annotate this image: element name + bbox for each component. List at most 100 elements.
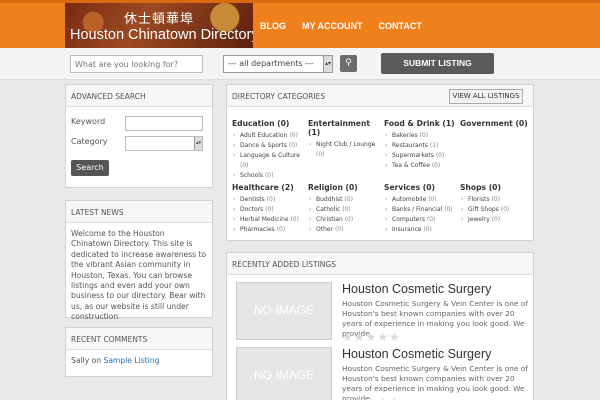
subcategory-count: (0) bbox=[426, 216, 436, 223]
subcategory-link[interactable]: Insurance (0) bbox=[384, 225, 460, 235]
listing-title-link[interactable]: Houston Cosmetic Surgery bbox=[342, 282, 491, 296]
subcategory-label: Tea & Coffee bbox=[392, 162, 430, 169]
subcategory-label: Automobile bbox=[392, 196, 427, 203]
subcategory-count: (0) bbox=[266, 196, 276, 203]
subcategory-link[interactable]: Computers (0) bbox=[384, 215, 460, 225]
category-group: Healthcare (2) Dentists (0)Doctors (0)Her… bbox=[232, 183, 308, 235]
subcategory-link[interactable]: Gift Shops (0) bbox=[460, 205, 536, 215]
comment-entry: Sally on Sample Listing bbox=[71, 356, 159, 365]
search-bar: --- all departments --- ▴▾ ⚲ SUBMIT LIST… bbox=[0, 48, 600, 80]
subcategory-count: (1) bbox=[429, 142, 439, 149]
search-button[interactable]: ⚲ bbox=[340, 55, 357, 72]
header-bar: 休士頓華埠 Houston Chinatown Directory BLOG M… bbox=[0, 0, 600, 51]
keyword-field[interactable] bbox=[125, 116, 203, 131]
listing-thumbnail[interactable]: NO IMAGE bbox=[236, 347, 332, 400]
nav-my-account[interactable]: MY ACCOUNT bbox=[302, 21, 363, 31]
subcategory-count: (0) bbox=[344, 196, 353, 203]
category-group: Government (0) bbox=[460, 119, 536, 131]
subcategory-link[interactable]: Night Club / Lounge (0) bbox=[308, 140, 384, 160]
subcategory-count: (0) bbox=[265, 206, 274, 213]
subcategory-list: Dentists (0)Doctors (0)Herbal Medicine (… bbox=[232, 195, 308, 235]
subcategory-link[interactable]: Pharmacies (0) bbox=[232, 225, 308, 235]
category-heading-link[interactable]: Education (0) bbox=[232, 119, 308, 128]
subcategory-link[interactable]: Other (0) bbox=[308, 225, 384, 235]
site-logo[interactable]: 休士頓華埠 Houston Chinatown Directory bbox=[65, 3, 253, 51]
subcategory-link[interactable]: Banks / Financial (0) bbox=[384, 205, 460, 215]
keyword-label: Keyword bbox=[71, 117, 106, 126]
category-group: Services (0)Automobile (0)Banks / Financ… bbox=[384, 183, 460, 235]
advanced-search-button[interactable]: Search bbox=[71, 160, 109, 176]
subcategory-link[interactable]: Language & Culture (0) bbox=[232, 151, 308, 171]
subcategory-label: Banks / Financial bbox=[392, 206, 443, 213]
subcategory-label: Restaurants bbox=[392, 142, 428, 149]
subcategory-link[interactable]: Adult Education (0) bbox=[232, 131, 308, 141]
star-icon[interactable]: ★ bbox=[366, 395, 377, 400]
star-icon[interactable]: ★ bbox=[377, 395, 388, 400]
subcategory-link[interactable]: Florists (0) bbox=[460, 195, 536, 205]
star-icon[interactable]: ★ bbox=[354, 330, 365, 344]
subcategory-count: (0) bbox=[289, 132, 298, 139]
arrow-updown-icon: ▴▾ bbox=[194, 137, 202, 150]
listing-thumbnail[interactable]: NO IMAGE bbox=[236, 282, 332, 340]
nav-blog[interactable]: BLOG bbox=[260, 21, 286, 31]
comment-author: Sally bbox=[71, 356, 90, 365]
subcategory-label: Supermarkets bbox=[392, 152, 434, 159]
department-select[interactable]: --- all departments --- ▴▾ bbox=[223, 55, 333, 73]
subcategory-link[interactable]: Bakeries (0) bbox=[384, 131, 460, 141]
directory-categories-panel: DIRECTORY CATEGORIES VIEW ALL LISTINGS E… bbox=[226, 84, 534, 241]
star-icon[interactable]: ★ bbox=[389, 395, 400, 400]
search-input[interactable] bbox=[70, 55, 203, 73]
star-icon[interactable]: ★ bbox=[354, 395, 365, 400]
rating-stars: ★★★★★ bbox=[342, 330, 400, 344]
subcategory-label: Insurance bbox=[392, 226, 422, 233]
subcategory-link[interactable]: Dance & Sports (0) bbox=[232, 141, 308, 151]
category-select[interactable]: ▴▾ bbox=[125, 136, 203, 151]
subcategory-link[interactable]: Herbal Medicine (0) bbox=[232, 215, 308, 225]
subcategory-link[interactable]: Restaurants (1) bbox=[384, 141, 460, 151]
subcategory-link[interactable]: Jewelry (0) bbox=[460, 215, 536, 225]
category-heading-link[interactable]: Government (0) bbox=[460, 119, 536, 128]
category-heading-link[interactable]: Shops (0) bbox=[460, 183, 536, 192]
category-heading-link[interactable]: Entertainment (1) bbox=[308, 119, 384, 137]
comment-on: on bbox=[91, 356, 102, 365]
subcategory-link[interactable]: Tea & Coffee (0) bbox=[384, 161, 460, 171]
subcategory-link[interactable]: Doctors (0) bbox=[232, 205, 308, 215]
department-selected-value: --- all departments --- bbox=[228, 59, 314, 68]
subcategory-list: Night Club / Lounge (0) bbox=[308, 140, 384, 160]
subcategory-label: Adult Education bbox=[240, 132, 288, 139]
subcategory-list: Buddhist (0)Catholic (0)Christian (0)Oth… bbox=[308, 195, 384, 235]
nav-contact[interactable]: CONTACT bbox=[379, 21, 422, 31]
star-icon[interactable]: ★ bbox=[377, 330, 388, 344]
star-icon[interactable]: ★ bbox=[342, 330, 353, 344]
subcategory-link[interactable]: Catholic (0) bbox=[308, 205, 384, 215]
arrow-updown-icon: ▴▾ bbox=[323, 56, 332, 72]
subcategory-count: (0) bbox=[428, 196, 437, 203]
star-icon[interactable]: ★ bbox=[389, 330, 400, 344]
category-heading-link[interactable]: Healthcare (2) bbox=[232, 183, 308, 192]
category-heading-link[interactable]: Services (0) bbox=[384, 183, 460, 192]
rating-stars: ★★★★★ bbox=[342, 395, 400, 400]
subcategory-link[interactable]: Automobile (0) bbox=[384, 195, 460, 205]
star-icon[interactable]: ★ bbox=[342, 395, 353, 400]
subcategory-count: (0) bbox=[491, 196, 500, 203]
subcategory-link[interactable]: Buddhist (0) bbox=[308, 195, 384, 205]
comment-post-link[interactable]: Sample Listing bbox=[104, 356, 160, 365]
subcategory-link[interactable]: Dentists (0) bbox=[232, 195, 308, 205]
category-label: Category bbox=[71, 137, 108, 146]
search-icon: ⚲ bbox=[345, 58, 352, 68]
subcategory-link[interactable]: Supermarkets (0) bbox=[384, 151, 460, 161]
category-heading-link[interactable]: Food & Drink (1) bbox=[384, 119, 460, 128]
subcategory-count: (0) bbox=[276, 226, 286, 233]
subcategory-count: (0) bbox=[288, 142, 298, 149]
category-heading-link[interactable]: Religion (0) bbox=[308, 183, 384, 192]
subcategory-link[interactable]: Christian (0) bbox=[308, 215, 384, 225]
subcategory-link[interactable]: Schools (0) bbox=[232, 171, 308, 181]
star-icon[interactable]: ★ bbox=[366, 330, 377, 344]
submit-listing-button[interactable]: SUBMIT LISTING bbox=[381, 53, 494, 74]
listing-title-link[interactable]: Houston Cosmetic Surgery bbox=[342, 347, 491, 361]
subcategory-count: (0) bbox=[240, 162, 249, 169]
subcategory-label: Herbal Medicine bbox=[240, 216, 289, 223]
subcategory-list: Adult Education (0)Dance & Sports (0)Lan… bbox=[232, 131, 308, 181]
view-all-listings-button[interactable]: VIEW ALL LISTINGS bbox=[449, 89, 523, 104]
subcategory-count: (0) bbox=[334, 226, 344, 233]
